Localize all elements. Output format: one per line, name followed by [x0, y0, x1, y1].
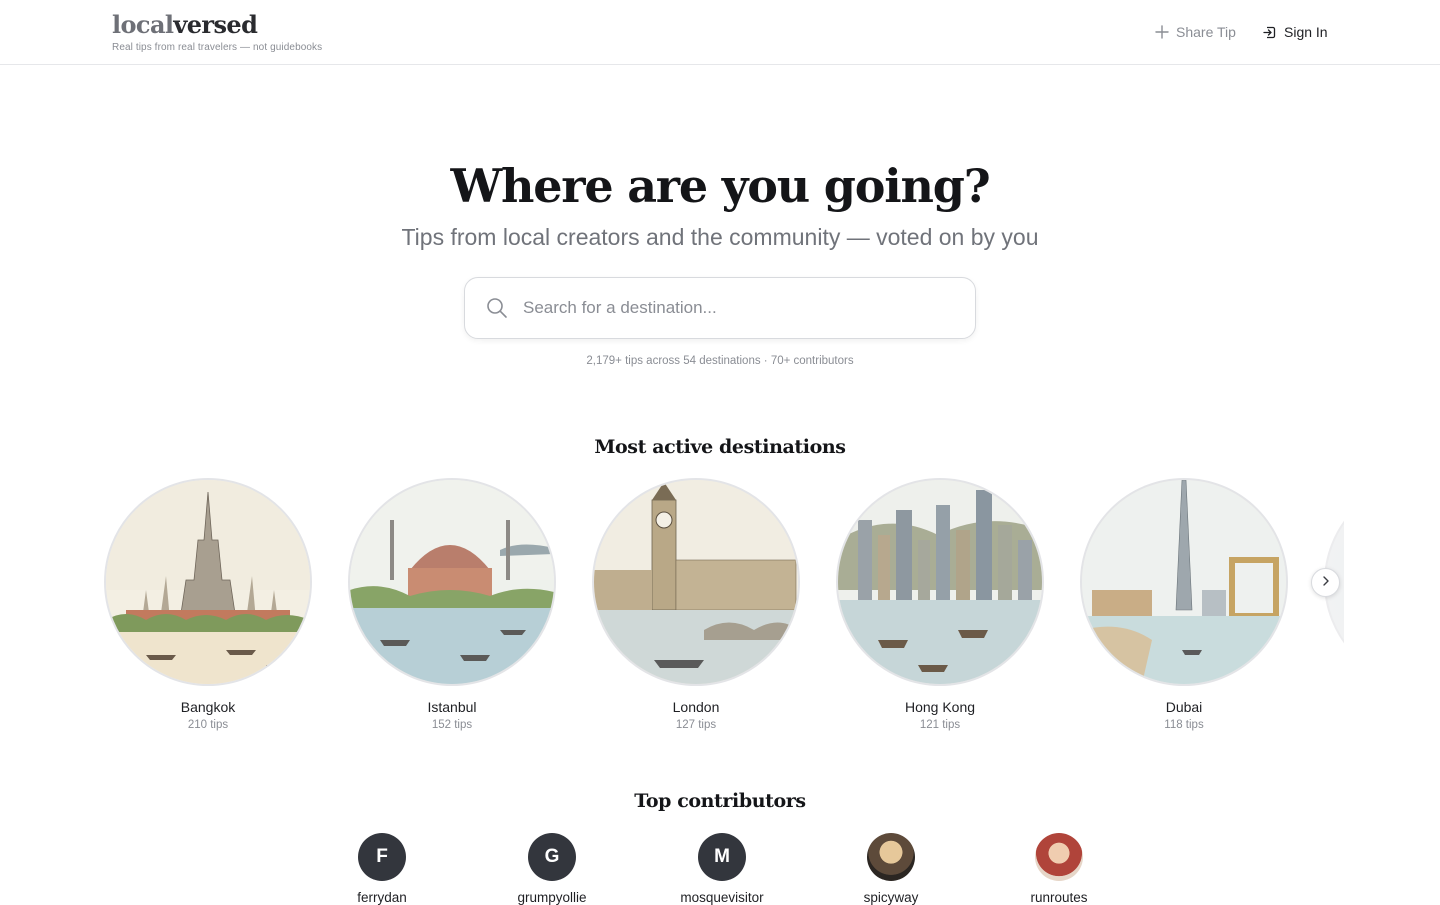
destination-name: Dubai	[1165, 699, 1203, 715]
destination-image-dubai	[1080, 478, 1288, 686]
destinations-heading: Most active destinations	[594, 436, 846, 458]
destination-tip-count: 127 tips	[675, 719, 717, 731]
contributor-grumpyollie[interactable]: G grumpyollie	[492, 833, 612, 905]
tagline: Real tips from real travelers — not guid…	[112, 42, 323, 53]
destination-card-hong-kong[interactable]: Hong Kong 121 tips	[836, 478, 1044, 733]
destination-card-london[interactable]: London 127 tips	[592, 478, 800, 733]
destination-name: Bangkok	[180, 699, 236, 715]
contributor-name: mosquevisitor	[680, 890, 764, 905]
sign-in-label: Sign In	[1284, 24, 1328, 40]
destinations-carousel: Bangkok 210 tips Istanbul 152 tips Londo…	[104, 478, 1344, 740]
contributors-heading: Top contributors	[634, 790, 806, 812]
sign-in-button[interactable]: Sign In	[1262, 20, 1328, 44]
contributor-name: grumpyollie	[517, 890, 587, 905]
contributor-name: runroutes	[1030, 890, 1088, 905]
destination-card-dubai[interactable]: Dubai 118 tips	[1080, 478, 1288, 733]
contributor-spicyway[interactable]: spicyway	[831, 833, 951, 905]
share-tip-label: Share Tip	[1176, 24, 1236, 40]
destination-tip-count: 118 tips	[1164, 719, 1204, 731]
page-title: Where are you going?	[450, 159, 991, 213]
destination-card-istanbul[interactable]: Istanbul 152 tips	[348, 478, 556, 733]
search-input[interactable]	[521, 292, 951, 324]
destination-tip-count: 121 tips	[919, 719, 961, 731]
contributor-runroutes[interactable]: runroutes	[999, 833, 1119, 905]
destination-image-london	[592, 478, 800, 686]
destination-image-istanbul	[348, 478, 556, 686]
plus-icon	[1155, 25, 1169, 39]
contributor-mosquevisitor[interactable]: M mosquevisitor	[662, 833, 782, 905]
contributor-name: ferrydan	[357, 890, 407, 905]
contributor-ferrydan[interactable]: F ferrydan	[322, 833, 442, 905]
avatar: M	[698, 833, 746, 881]
contributor-name: spicyway	[863, 890, 919, 905]
destination-image-hong-kong	[836, 478, 1044, 686]
site-stats: 2,179+ tips across 54 destinations · 70+…	[586, 355, 854, 367]
destination-image-bangkok	[104, 478, 312, 686]
destination-name: Istanbul	[427, 699, 477, 715]
logo-part-local: local	[112, 10, 174, 39]
sign-in-icon	[1262, 25, 1277, 40]
share-tip-button[interactable]: Share Tip	[1155, 20, 1236, 44]
search-icon	[486, 297, 508, 324]
avatar	[867, 833, 915, 881]
logo-part-versed: versed	[173, 10, 258, 39]
avatar	[1035, 833, 1083, 881]
chevron-right-icon	[1320, 574, 1332, 592]
destination-tip-count: 152 tips	[431, 719, 473, 731]
logo[interactable]: localversed	[112, 10, 322, 40]
avatar: G	[528, 833, 576, 881]
destination-name: Hong Kong	[904, 699, 976, 715]
search-box[interactable]	[464, 277, 976, 339]
header: localversed Real tips from real traveler…	[0, 0, 1440, 65]
brand[interactable]: localversed Real tips from real traveler…	[112, 10, 322, 53]
destination-tip-count: 210 tips	[187, 719, 229, 731]
avatar: F	[358, 833, 406, 881]
page-subtitle: Tips from local creators and the communi…	[401, 224, 1039, 250]
destination-name: London	[672, 699, 720, 715]
destination-card-bangkok[interactable]: Bangkok 210 tips	[104, 478, 312, 733]
carousel-next-button[interactable]	[1311, 568, 1340, 597]
